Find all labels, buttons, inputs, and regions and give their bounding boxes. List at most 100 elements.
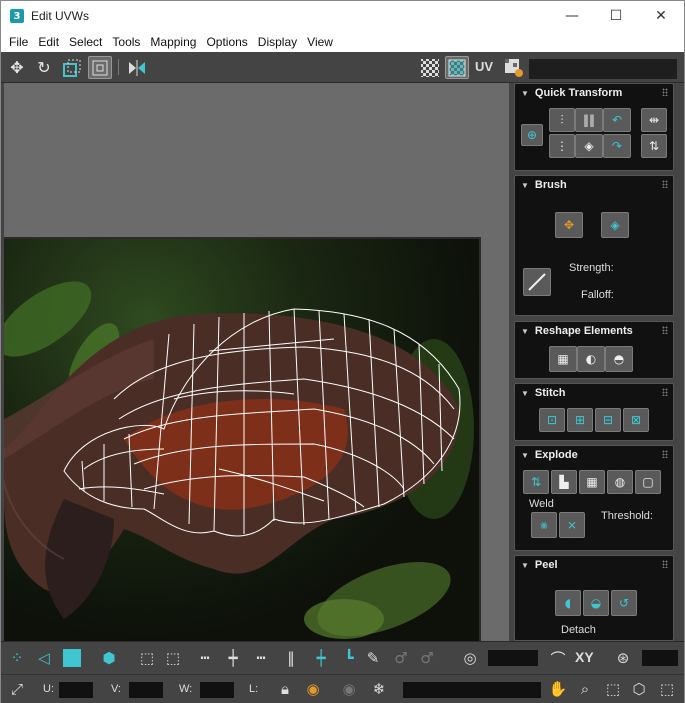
maximize-button[interactable]: ☐ (593, 1, 639, 31)
transform-mode-icon[interactable]: ⤢ (5, 677, 29, 701)
menu-mapping[interactable]: Mapping (145, 35, 201, 49)
stitch-custom-icon[interactable]: ⊡ (539, 408, 565, 432)
explode-by-smoothing-icon[interactable]: ▙ (551, 470, 577, 494)
zoom-extents-icon[interactable]: ⬡ (627, 677, 651, 701)
zoom-icon[interactable]: ⌕ (573, 677, 597, 701)
u-field[interactable] (59, 682, 93, 698)
texture-settings-icon[interactable] (502, 56, 526, 79)
element-select-icon[interactable]: ⬢ (97, 646, 121, 670)
w-field[interactable] (200, 682, 234, 698)
grow-selection-icon[interactable]: ⬚ (135, 646, 159, 670)
paint-move-icon[interactable]: ✥ (555, 212, 583, 238)
world-space-icon[interactable]: ⊛ (611, 646, 635, 670)
brush-header[interactable]: ▼ Brush (515, 176, 673, 194)
straighten-icon[interactable]: ▦ (549, 346, 577, 372)
vertex-select-icon[interactable]: ⁘ (5, 646, 29, 670)
rotate-ccw-icon[interactable]: ↶ (603, 108, 631, 132)
menu-file[interactable]: File (4, 35, 33, 49)
grip-icon[interactable] (662, 560, 668, 568)
relax-icon[interactable]: ◐ (577, 346, 605, 372)
v-field[interactable] (129, 682, 163, 698)
menu-tools[interactable]: Tools (107, 35, 145, 49)
align-vertical-icon[interactable]: ⋮ (549, 134, 575, 158)
paint-select-icon[interactable]: ✎ (361, 646, 385, 670)
break-icon[interactable]: ⇅ (523, 470, 549, 494)
grip-icon[interactable] (662, 88, 668, 96)
uv-mesh-overlay[interactable] (4, 239, 481, 641)
stitch-average-icon[interactable]: ⊟ (595, 408, 621, 432)
freeform-icon[interactable] (88, 56, 112, 79)
menu-options[interactable]: Options (201, 35, 252, 49)
brush-plus-icon[interactable]: ♂ (415, 646, 439, 670)
space-vertical-icon[interactable]: ‖‖ (575, 108, 603, 132)
align-to-edge-icon[interactable]: ⇹ (641, 108, 667, 132)
point-to-point-seam-icon[interactable]: ┿ (309, 646, 333, 670)
peel-mode-icon[interactable]: ◒ (583, 590, 609, 616)
weld-selected-icon[interactable]: ⨳ (531, 512, 557, 538)
align-center-icon[interactable]: ⊕ (521, 124, 543, 146)
falloff-curve-icon[interactable]: ⌒ (546, 646, 570, 670)
collapse-triangle-icon: ▼ (521, 88, 529, 98)
menu-view[interactable]: View (302, 35, 338, 49)
explode-by-material-icon[interactable]: ◍ (607, 470, 633, 494)
explode-by-polygon-icon[interactable]: ▦ (579, 470, 605, 494)
lock-icon[interactable]: 🔒︎ (273, 677, 297, 701)
close-button[interactable]: ✕ (638, 1, 684, 31)
scale-icon[interactable] (60, 56, 84, 79)
stitch-target-icon[interactable]: ⊠ (623, 408, 649, 432)
grip-icon[interactable] (662, 180, 668, 188)
weld-target-icon[interactable]: ⨯ (559, 512, 585, 538)
checker-active-icon[interactable] (445, 56, 469, 79)
hide-icon[interactable]: ◉ (301, 677, 325, 701)
relax-brush-icon[interactable]: ◈ (601, 212, 629, 238)
grip-icon[interactable] (662, 388, 668, 396)
soft-select-value-field[interactable] (488, 650, 538, 666)
brush-minus-icon[interactable]: ♂ (389, 646, 413, 670)
menu-select[interactable]: Select (64, 35, 107, 49)
reset-peel-icon[interactable]: ↺ (611, 590, 637, 616)
freeze-icon[interactable]: ❄ (367, 677, 391, 701)
edge-loop-icon[interactable]: ‖ (279, 646, 303, 670)
quick-peel-icon[interactable]: ◖ (555, 590, 581, 616)
menu-display[interactable]: Display (253, 35, 302, 49)
grip-icon[interactable] (662, 450, 668, 458)
checker-pattern-icon[interactable] (418, 56, 442, 79)
rotate-icon[interactable]: ↻ (32, 56, 56, 79)
mirror-icon[interactable] (125, 56, 149, 79)
face-select-icon[interactable] (60, 646, 84, 670)
minimize-button[interactable]: — (549, 1, 595, 31)
edge-to-seam-icon[interactable]: ┗ (337, 646, 361, 670)
bottom-right-field[interactable] (642, 650, 678, 666)
zoom-selected-icon[interactable]: ⬚ (655, 677, 679, 701)
stitch-header[interactable]: ▼ Stitch (515, 384, 673, 402)
menu-edit[interactable]: Edit (33, 35, 64, 49)
explode-to-grid-icon[interactable]: ▢ (635, 470, 661, 494)
unhide-icon[interactable]: ◉ (337, 677, 361, 701)
space-horizontal-icon[interactable]: ◈ (575, 134, 603, 158)
grip-icon[interactable] (662, 326, 668, 334)
flip-icon[interactable]: ⇅ (641, 134, 667, 158)
ring-shrink-icon[interactable]: ┅ (249, 646, 273, 670)
peel-header[interactable]: ▼ Peel (515, 556, 673, 574)
reshape-elements-header[interactable]: ▼ Reshape Elements (515, 322, 673, 340)
align-horizontal-icon[interactable]: ⫶ (549, 108, 575, 132)
explode-header[interactable]: ▼ Explode (515, 446, 673, 464)
filter-field[interactable] (403, 682, 541, 698)
loop-selection-icon[interactable]: ┅ (193, 646, 217, 670)
quick-transform-header[interactable]: ▼ Quick Transform (515, 84, 673, 102)
ring-selection-icon[interactable]: ┿ (221, 646, 245, 670)
edge-select-icon[interactable]: ◁ (32, 646, 56, 670)
soft-selection-icon[interactable]: ◎ (458, 646, 482, 670)
stitch-source-icon[interactable]: ⊞ (567, 408, 593, 432)
brush-falloff-curve-icon[interactable] (523, 268, 551, 296)
rotate-cw-icon[interactable]: ↷ (603, 134, 631, 158)
xy-axis-toggle[interactable]: XY (575, 649, 594, 665)
texture-dropdown[interactable] (529, 59, 677, 79)
uv-viewport[interactable] (4, 83, 509, 641)
strength-label: Strength: (569, 262, 614, 274)
move-icon[interactable]: ✥ (5, 56, 29, 79)
zoom-region-icon[interactable]: ⬚ (601, 677, 625, 701)
shrink-selection-icon[interactable]: ⬚ (161, 646, 185, 670)
relax-by-polygon-icon[interactable]: ◓ (605, 346, 633, 372)
pan-icon[interactable]: ✋ (546, 677, 570, 701)
